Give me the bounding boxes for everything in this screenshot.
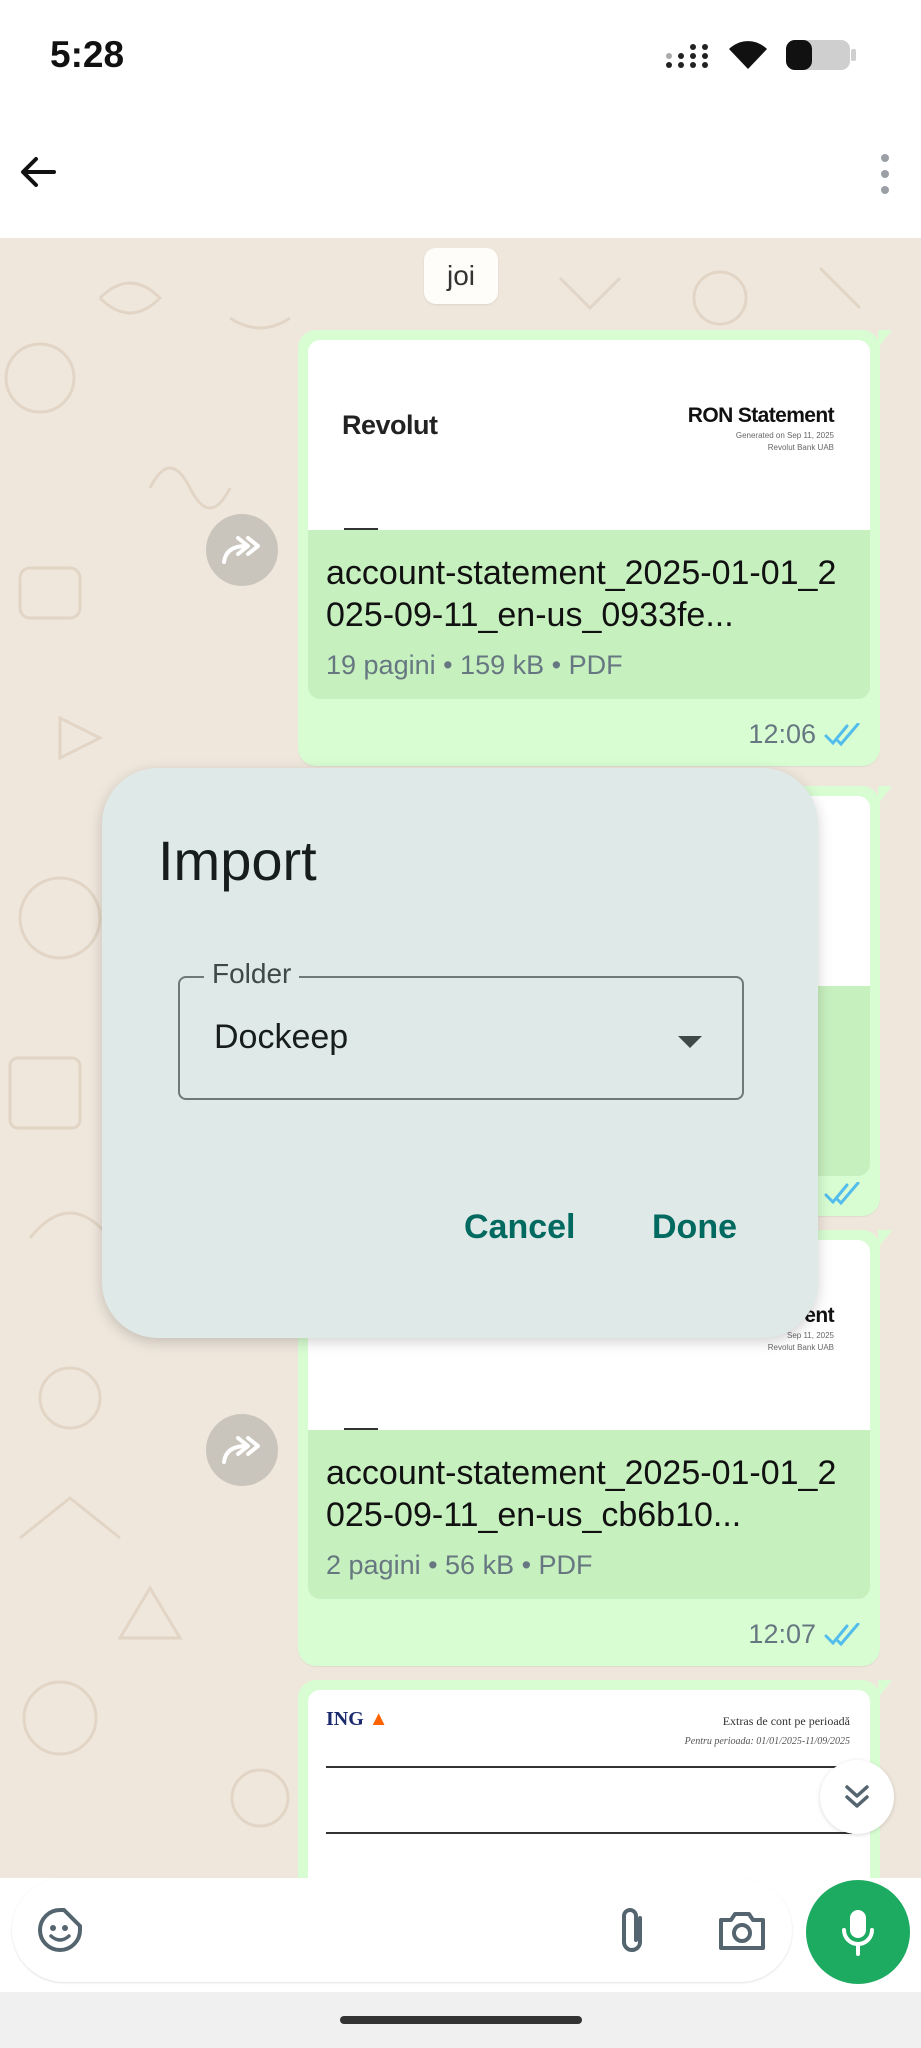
paperclip-icon[interactable] [606, 1904, 658, 1956]
preview-title: RON Statement [687, 404, 835, 427]
message-footer: 12:06 [308, 699, 870, 756]
system-nav-bar [0, 1992, 921, 2048]
more-vert-icon[interactable] [877, 154, 893, 194]
folder-label: Folder [204, 958, 300, 990]
preview-subtitle: Generated on Sep 11, 2025 Revolut Bank U… [735, 431, 834, 452]
gesture-handle[interactable] [340, 2016, 582, 2024]
document-info: account-statement_2025-01-01_2025-09-11_… [308, 530, 870, 699]
document-meta: 19 pagini • 159 kB • PDF [326, 650, 623, 680]
forward-icon [222, 1436, 260, 1464]
day-chip: joi [424, 248, 498, 304]
preview-subtitle: Pentru perioada: 01/01/2025-11/09/2025 [684, 1736, 850, 1747]
document-name: account-statement_2025-01-01_2025-09-11_… [326, 1454, 837, 1534]
message-time: 12:07 [748, 1619, 816, 1649]
sticker-icon[interactable] [34, 1904, 86, 1956]
document-preview: Revolut RON Statement Generated on Sep 1… [308, 340, 870, 530]
forward-button[interactable] [206, 1414, 278, 1486]
document-name: account-statement_2025-01-01_2025-09-11_… [326, 554, 837, 634]
forward-icon [222, 536, 260, 564]
mic-icon [842, 1910, 874, 1956]
document-meta: 2 pagini • 56 kB • PDF [326, 1550, 593, 1580]
scroll-to-bottom-button[interactable] [820, 1760, 894, 1834]
wifi-icon [729, 41, 767, 69]
read-ticks-icon [824, 722, 860, 746]
dropdown-arrow-icon[interactable] [678, 1036, 702, 1048]
message-bubble[interactable]: Revolut RON Statement Generated on Sep 1… [298, 330, 892, 766]
status-time: 5:28 [50, 34, 125, 75]
folder-select[interactable]: Folder Dockeep [178, 958, 744, 1100]
battery-icon [786, 40, 856, 70]
message-input-bar[interactable] [12, 1878, 792, 1982]
document-preview: ING ▲ Extras de cont pe perioadă Pentru … [308, 1690, 870, 1878]
signal-icon [666, 44, 708, 68]
import-dialog: Import Folder Dockeep Cancel Done [102, 768, 818, 1338]
app-bar [0, 110, 921, 238]
message-footer: 12:07 [308, 1599, 870, 1656]
double-chevron-down-icon [845, 1785, 869, 1808]
preview-title: Extras de cont pe perioadă [722, 1714, 850, 1728]
folder-value: Dockeep [214, 1018, 349, 1056]
arrow-back-icon[interactable] [14, 148, 62, 196]
document-attachment[interactable]: Revolut RON Statement Generated on Sep 1… [308, 340, 870, 699]
preview-brand: Revolut [342, 410, 438, 440]
read-ticks-icon [824, 1622, 860, 1646]
preview-brand: ING ▲ [326, 1708, 389, 1730]
mic-button[interactable] [806, 1880, 910, 1984]
read-ticks-icon [824, 1182, 860, 1206]
done-button[interactable]: Done [652, 1208, 737, 1247]
forward-button[interactable] [206, 514, 278, 586]
camera-icon[interactable] [716, 1904, 768, 1956]
status-bar: 5:28 [0, 0, 921, 110]
cancel-button[interactable]: Cancel [464, 1208, 576, 1247]
status-icons [665, 38, 857, 72]
dialog-title: Import [158, 829, 317, 892]
message-time: 12:06 [748, 719, 816, 749]
message-bubble[interactable]: ING ▲ Extras de cont pe perioadă Pentru … [298, 1680, 892, 1878]
document-info: account-statement_2025-01-01_2025-09-11_… [308, 1430, 870, 1599]
